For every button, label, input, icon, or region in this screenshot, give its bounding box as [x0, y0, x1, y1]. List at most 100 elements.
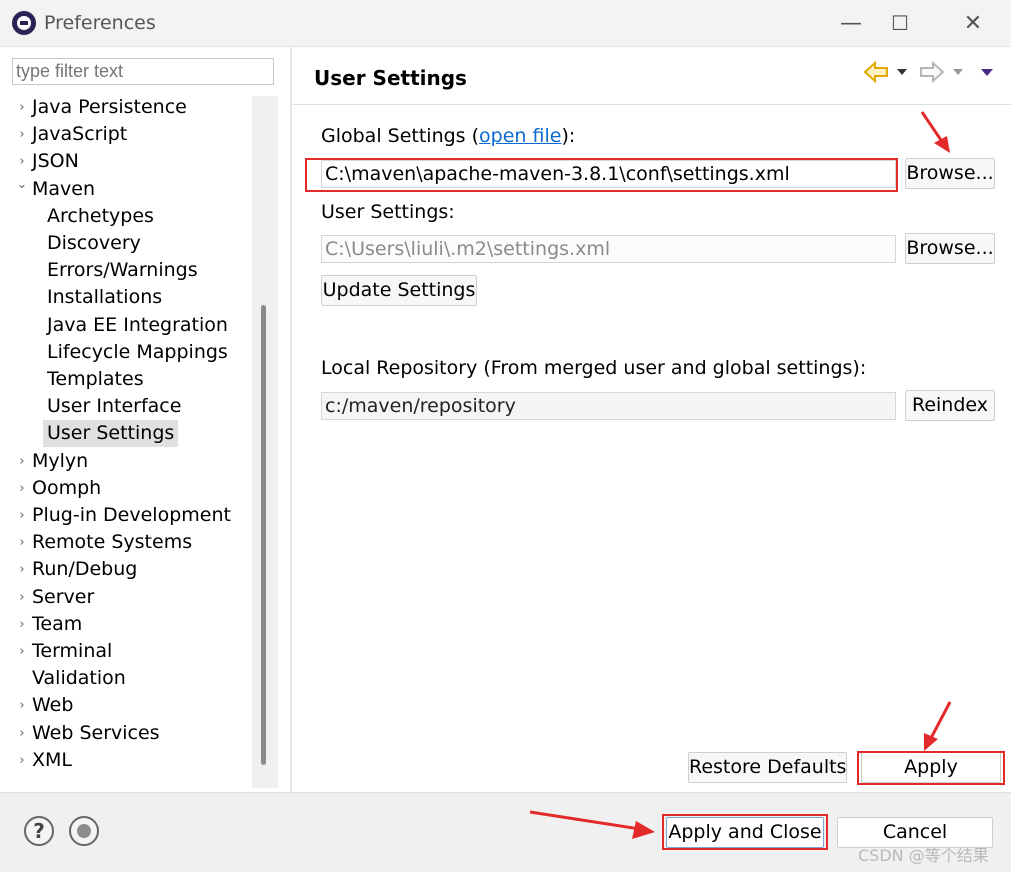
filter-input[interactable]	[12, 58, 274, 85]
import-export-icon-dot	[77, 824, 91, 838]
tree-item[interactable]: Installations	[0, 284, 250, 311]
global-browse-button[interactable]: Browse...	[905, 158, 995, 189]
tree-item-label: Web Services	[32, 721, 160, 744]
tree-item[interactable]: Archetypes	[0, 203, 250, 230]
local-repository-label: Local Repository (From merged user and g…	[321, 357, 867, 379]
preferences-tree: › Java Persistence › JavaScript › JSON ⌄ Maven A…	[0, 94, 276, 790]
tree-item[interactable]: Lifecycle Mappings	[0, 339, 250, 366]
global-settings-label-suffix: ):	[561, 125, 576, 147]
expand-arrow-icon[interactable]: ›	[16, 747, 28, 774]
tree-scrollbar-thumb[interactable]	[261, 305, 266, 765]
eclipse-app-icon	[12, 11, 36, 35]
watermark: CSDN @等个结果	[858, 846, 989, 865]
tree-item[interactable]: User Interface	[0, 393, 250, 420]
tree-item[interactable]: Errors/Warnings	[0, 257, 250, 284]
local-repository-field[interactable]: c:/maven/repository	[321, 392, 896, 420]
expand-arrow-icon[interactable]: ›	[16, 692, 28, 719]
expand-arrow-icon[interactable]: ›	[16, 611, 28, 638]
tree-item-label: Templates	[47, 368, 144, 390]
tree-item-label: User Interface	[47, 395, 182, 418]
tree-item-label: Installations	[47, 286, 163, 309]
tree-item-label: Plug-in Development	[32, 504, 231, 526]
close-button[interactable]: ✕	[950, 0, 996, 46]
tree-item-label: Errors/Warnings	[47, 259, 198, 282]
global-settings-label: Global Settings (open file):	[321, 125, 575, 147]
tree-item[interactable]: › Web	[0, 692, 250, 719]
tree-item-label: Remote Systems	[32, 531, 193, 554]
tree-item[interactable]: User Settings	[0, 420, 250, 448]
tree-item-label: User Settings	[43, 420, 179, 448]
tree-item[interactable]: › Plug-in Development	[0, 502, 250, 529]
tree-item-label: Web	[32, 694, 74, 717]
collapse-arrow-icon[interactable]: ⌄	[16, 171, 28, 198]
global-settings-label-prefix: Global Settings (	[321, 125, 480, 147]
tree-item-label: JavaScript	[32, 123, 128, 146]
tree-item[interactable]: Validation	[0, 665, 250, 692]
expand-arrow-icon[interactable]: ›	[16, 584, 28, 611]
open-file-link[interactable]: open file	[479, 125, 561, 147]
view-menu-icon[interactable]	[978, 60, 996, 84]
tree-item[interactable]: Discovery	[0, 230, 250, 257]
tree-item[interactable]: › Run/Debug	[0, 556, 250, 583]
tree-item[interactable]: Java EE Integration	[0, 312, 250, 339]
tree-item-label: Maven	[32, 177, 96, 200]
tree-item-label: Validation	[32, 667, 126, 690]
expand-arrow-icon[interactable]: ›	[16, 556, 28, 583]
restore-defaults-button[interactable]: Restore Defaults	[688, 752, 847, 783]
back-dropdown-icon[interactable]	[894, 60, 910, 84]
page-title: User Settings	[314, 66, 467, 90]
tree-item[interactable]: › Web Services	[0, 720, 250, 747]
forward-dropdown-icon[interactable]	[950, 60, 966, 84]
tree-item-label: Discovery	[47, 232, 141, 254]
tree-item[interactable]: › XML	[0, 747, 250, 774]
help-icon[interactable]: ?	[24, 816, 54, 846]
tree-item[interactable]: › Team	[0, 611, 250, 638]
expand-arrow-icon[interactable]: ›	[16, 638, 28, 665]
tree-item-label: XML	[32, 748, 72, 771]
tree-item[interactable]: › JavaScript	[0, 121, 250, 148]
tree-item-label: Terminal	[32, 640, 113, 662]
expand-arrow-icon[interactable]: ›	[16, 529, 28, 556]
tree-item-label: Team	[32, 612, 83, 635]
tree-item[interactable]: › Mylyn	[0, 448, 250, 475]
user-settings-label: User Settings:	[321, 201, 455, 223]
expand-arrow-icon[interactable]: ›	[16, 502, 28, 529]
import-export-icon[interactable]	[69, 816, 99, 846]
tree-item-label: Run/Debug	[32, 558, 138, 581]
user-browse-button[interactable]: Browse...	[905, 233, 995, 264]
tree-item[interactable]: › Java Persistence	[0, 94, 250, 121]
tree-item[interactable]: › Oomph	[0, 475, 250, 502]
tree-item[interactable]: Templates	[0, 366, 250, 393]
tree-item-label: Java Persistence	[32, 96, 187, 118]
tree-item-label: Mylyn	[32, 449, 89, 472]
tree-item-label: Lifecycle Mappings	[47, 340, 228, 363]
tree-item[interactable]: › JSON	[0, 148, 250, 175]
forward-icon[interactable]	[918, 60, 946, 84]
apply-button[interactable]: Apply	[861, 752, 1001, 783]
maximize-button[interactable]: ☐	[877, 0, 923, 46]
apply-and-close-button[interactable]: Apply and Close	[666, 817, 824, 848]
tree-item[interactable]: › Remote Systems	[0, 529, 250, 556]
tree-item[interactable]: › Terminal	[0, 638, 250, 665]
tree-item-label: JSON	[32, 150, 79, 173]
global-settings-field[interactable]: C:\maven\apache-maven-3.8.1\conf\setting…	[321, 160, 896, 188]
tree-item-label: Archetypes	[47, 204, 154, 227]
expand-arrow-icon[interactable]: ›	[16, 448, 28, 475]
tree-item-label: Oomph	[32, 476, 102, 499]
expand-arrow-icon[interactable]: ›	[16, 720, 28, 747]
reindex-button[interactable]: Reindex	[905, 390, 995, 421]
tree-item-label: Server	[32, 585, 95, 608]
expand-arrow-icon[interactable]: ›	[16, 94, 28, 121]
pane-divider[interactable]	[290, 46, 292, 792]
tree-item[interactable]: ⌄ Maven	[0, 176, 250, 203]
expand-arrow-icon[interactable]: ›	[16, 121, 28, 148]
user-settings-field[interactable]: C:\Users\liuli\.m2\settings.xml	[321, 235, 896, 263]
minimize-button[interactable]: —	[828, 0, 874, 46]
window-title: Preferences	[44, 12, 156, 34]
header-separator	[293, 104, 1011, 105]
tree-item[interactable]: › Server	[0, 584, 250, 611]
update-settings-button[interactable]: Update Settings	[321, 275, 477, 306]
back-icon[interactable]	[862, 60, 890, 84]
expand-arrow-icon[interactable]: ›	[16, 475, 28, 502]
tree-item-label: Java EE Integration	[47, 313, 228, 336]
